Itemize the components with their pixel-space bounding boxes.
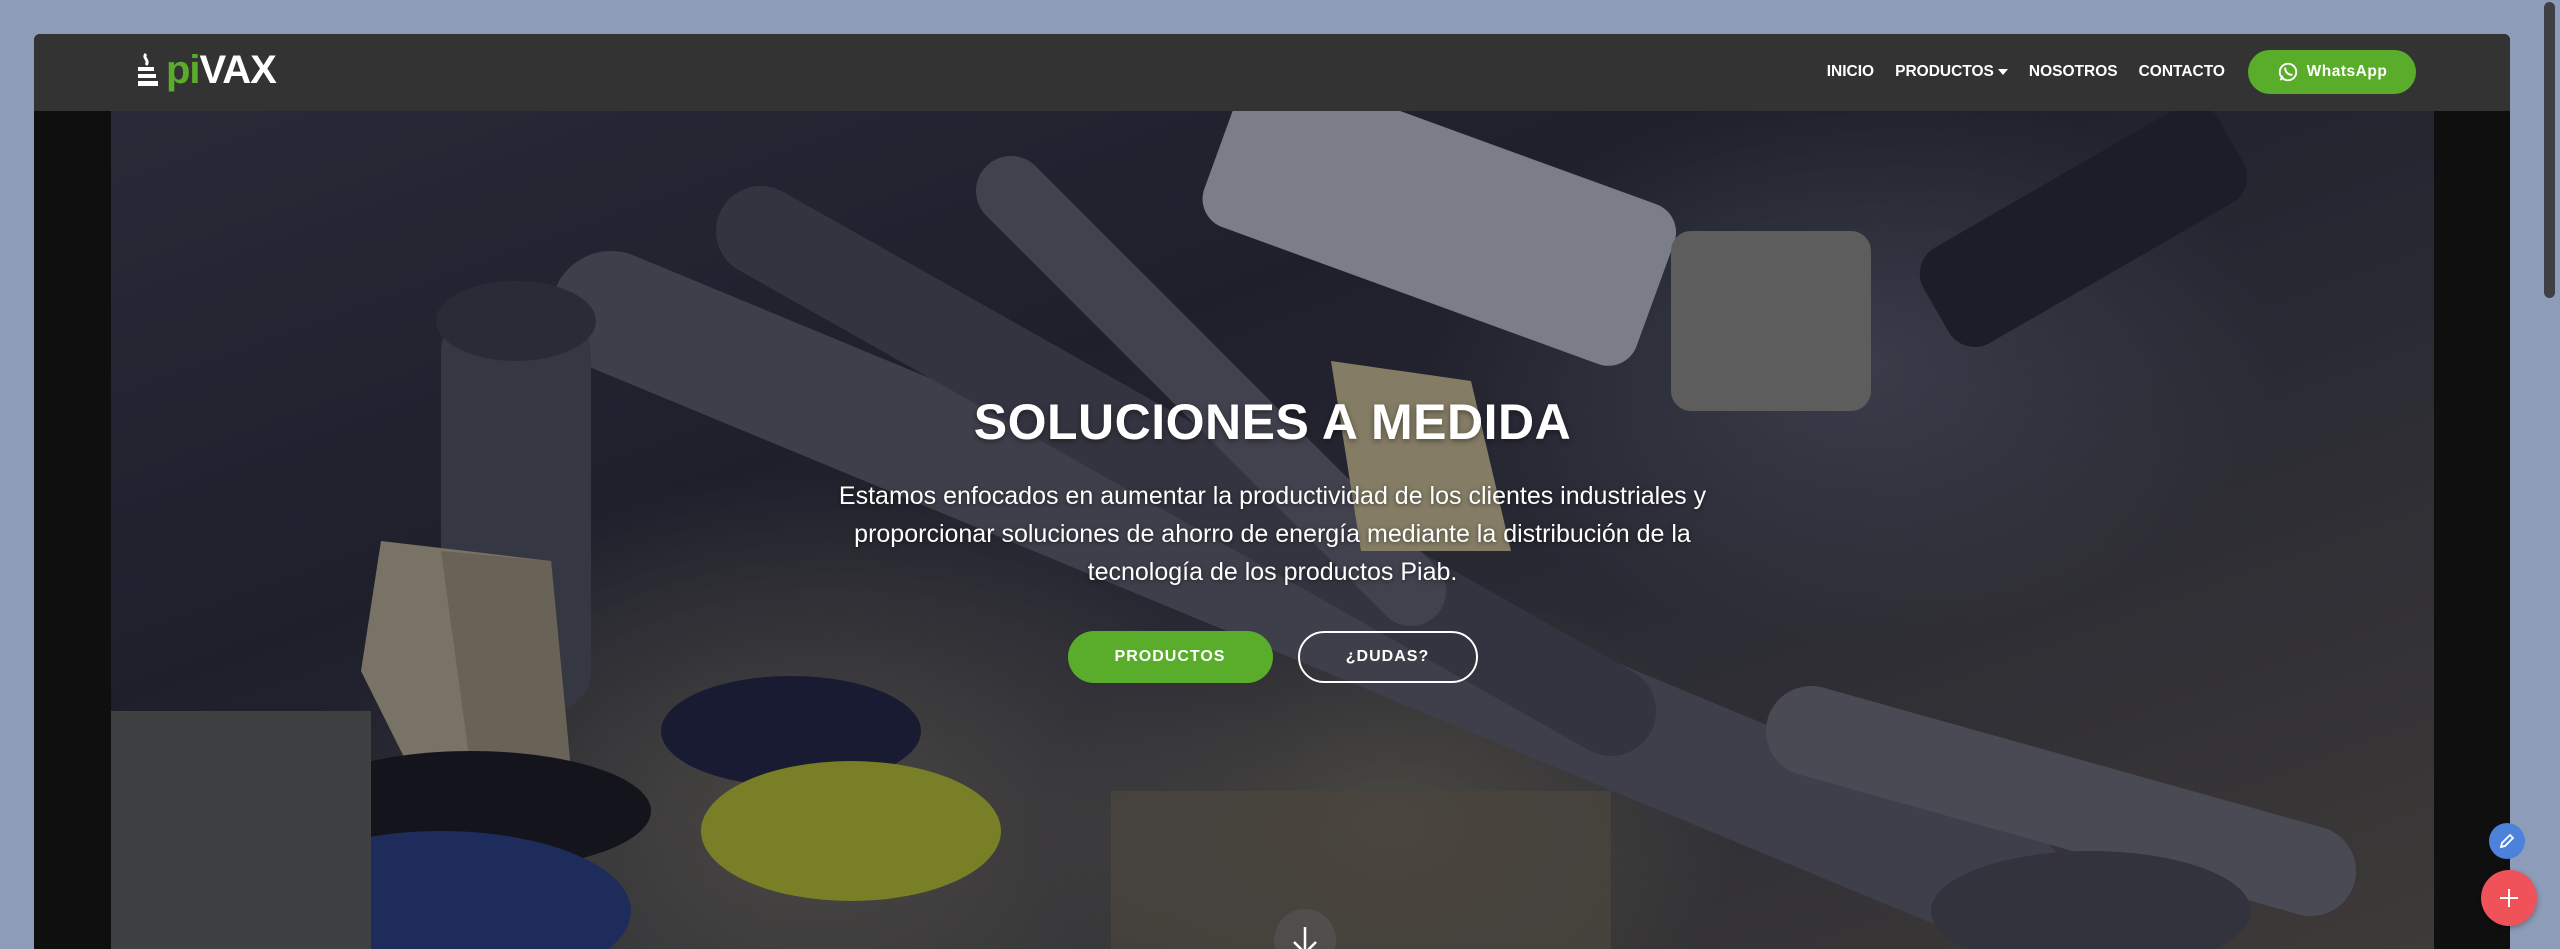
nav-link-contacto[interactable]: CONTACTO [2139, 63, 2225, 81]
whatsapp-icon [2278, 62, 2297, 82]
hero-title: SOLUCIONES A MEDIDA [973, 394, 1572, 450]
browser-frame: piVAX INICIO PRODUCTOS NOSOTROS CONTACTO… [34, 34, 2510, 949]
whatsapp-label: WhatsApp [2306, 63, 2388, 80]
add-fab-button[interactable] [2481, 870, 2537, 926]
hero-section: SOLUCIONES A MEDIDA Estamos enfocados en… [111, 111, 2434, 949]
logo-icon [134, 50, 164, 90]
logo-text-vax: VAX [199, 48, 277, 92]
products-button[interactable]: PRODUCTOS [1067, 631, 1273, 683]
nav-link-productos[interactable]: PRODUCTOS [1895, 63, 2008, 81]
scrollbar-thumb[interactable] [2544, 2, 2555, 298]
nav-link-productos-label: PRODUCTOS [1895, 63, 1994, 80]
logo-text-pi: pi [166, 48, 201, 92]
whatsapp-button[interactable]: WhatsApp [2248, 50, 2416, 94]
edit-fab-button[interactable] [2489, 823, 2525, 859]
caret-down-icon [1997, 69, 2008, 75]
hero-buttons: PRODUCTOS ¿DUDAS? [111, 631, 2434, 683]
pencil-icon [2499, 833, 2515, 849]
main-nav: INICIO PRODUCTOS NOSOTROS CONTACTO Whats… [1806, 50, 2416, 94]
logo[interactable]: piVAX [134, 48, 277, 92]
hero-description: Estamos enfocados en aumentar la product… [838, 482, 1707, 586]
logo-text: piVAX [166, 48, 277, 92]
plus-icon [2500, 889, 2518, 907]
questions-button[interactable]: ¿DUDAS? [1297, 631, 1478, 683]
arrow-down-icon [1293, 927, 1317, 949]
nav-link-nosotros[interactable]: NOSOTROS [2029, 63, 2118, 81]
nav-link-inicio[interactable]: INICIO [1827, 63, 1874, 81]
navbar: piVAX INICIO PRODUCTOS NOSOTROS CONTACTO… [34, 34, 2510, 111]
